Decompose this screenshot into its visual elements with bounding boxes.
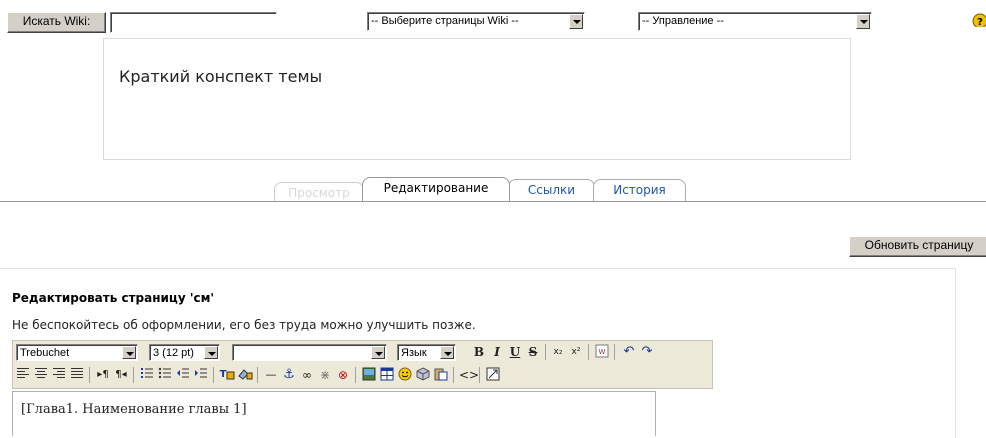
outdent-icon[interactable]: [175, 367, 191, 383]
undo-icon[interactable]: ↶: [621, 344, 637, 360]
size-select[interactable]: 3 (12 pt): [149, 344, 220, 361]
chevron-down-icon[interactable]: [856, 14, 870, 29]
toolbar-separator: [133, 367, 134, 383]
rtl-icon[interactable]: ¶◂: [113, 367, 129, 383]
superscript-icon[interactable]: x²: [568, 344, 584, 360]
background-color-icon[interactable]: [237, 367, 253, 383]
strikethrough-icon[interactable]: S: [525, 344, 541, 360]
align-left-icon[interactable]: [15, 367, 31, 383]
tab-view: Просмотр: [274, 182, 364, 201]
tabs-divider: [0, 201, 986, 202]
bold-icon[interactable]: B: [471, 344, 487, 360]
toolbar-separator: [89, 367, 90, 383]
language-select-value: Язык: [401, 347, 427, 359]
toolbar-separator: [479, 367, 480, 383]
toolbar-separator: [453, 367, 454, 383]
nolink-icon[interactable]: ⊗: [335, 367, 351, 383]
redo-icon[interactable]: ↷: [639, 344, 655, 360]
clean-word-icon[interactable]: W: [594, 344, 610, 360]
svg-text:?: ?: [977, 17, 983, 27]
editor-content[interactable]: [Глава1. Наименование главы 1]: [12, 391, 656, 436]
align-justify-icon[interactable]: [69, 367, 85, 383]
indent-icon[interactable]: [193, 367, 209, 383]
wiki-pages-select-value: -- Выберите страницы Wiki --: [371, 15, 519, 27]
ltr-icon[interactable]: ▸¶: [95, 367, 111, 383]
chevron-down-icon[interactable]: [440, 346, 454, 359]
tab-links[interactable]: Ссылки: [508, 179, 595, 201]
language-select[interactable]: Язык: [397, 344, 456, 361]
align-right-icon[interactable]: [51, 367, 67, 383]
toolbar-separator: [213, 367, 214, 383]
size-select-value: 3 (12 pt): [153, 347, 194, 359]
editor-text[interactable]: [Глава1. Наименование главы 1]: [21, 402, 247, 417]
toolbar-separator: [545, 344, 546, 360]
edit-hint: Не беспокойтесь об оформлении, его без т…: [12, 318, 476, 332]
image-icon[interactable]: [361, 367, 377, 383]
toolbar-row-2: ▸¶ ¶◂ T — ⚓ ∞ ⋇ ⊗ <>: [13, 364, 712, 386]
admin-select[interactable]: -- Управление --: [638, 12, 872, 31]
text-color-icon[interactable]: T: [219, 367, 235, 383]
svg-text:W: W: [599, 348, 606, 356]
special-char-icon[interactable]: [415, 367, 431, 383]
summary-text: Краткий конспект темы: [119, 67, 323, 86]
html-source-icon[interactable]: <>: [459, 367, 479, 383]
wiki-pages-select[interactable]: -- Выберите страницы Wiki --: [367, 12, 585, 31]
format-select[interactable]: [232, 344, 387, 361]
subscript-icon[interactable]: x₂: [550, 344, 566, 360]
chevron-down-icon[interactable]: [204, 346, 218, 359]
align-center-icon[interactable]: [33, 367, 49, 383]
admin-select-value: -- Управление --: [642, 15, 724, 27]
font-select-value: Trebuchet: [20, 347, 70, 359]
paste-icon[interactable]: [433, 367, 449, 383]
toolbar-separator: [355, 367, 356, 383]
link-icon[interactable]: ∞: [299, 367, 315, 383]
help-icon[interactable]: ?: [972, 13, 986, 27]
toolbar-row-1: Trebuchet 3 (12 pt) Язык B I U S x₂ x² W…: [13, 341, 712, 363]
unlink-icon[interactable]: ⋇: [317, 367, 333, 383]
svg-text:T: T: [220, 369, 227, 380]
edit-heading: Редактировать страницу 'см': [12, 291, 215, 305]
unordered-list-icon[interactable]: [157, 367, 173, 383]
chevron-down-icon[interactable]: [122, 346, 136, 359]
toolbar-separator: [588, 344, 589, 360]
tab-history[interactable]: История: [593, 179, 686, 201]
underline-icon[interactable]: U: [507, 344, 523, 360]
search-wiki-button[interactable]: Искать Wiki:: [7, 12, 106, 33]
toolbar-separator: [257, 367, 258, 383]
update-page-button[interactable]: Обновить страницу: [849, 236, 986, 257]
font-select[interactable]: Trebuchet: [16, 344, 138, 361]
table-icon[interactable]: [379, 367, 395, 383]
anchor-icon[interactable]: ⚓: [281, 367, 297, 383]
search-input[interactable]: [110, 12, 277, 33]
smiley-icon[interactable]: [397, 367, 413, 383]
chevron-down-icon[interactable]: [569, 14, 583, 29]
horizontal-rule-icon[interactable]: —: [263, 367, 279, 383]
chevron-down-icon[interactable]: [371, 346, 385, 359]
toolbar-separator: [614, 344, 615, 360]
ordered-list-icon[interactable]: [139, 367, 155, 383]
italic-icon[interactable]: I: [489, 344, 505, 360]
fullscreen-icon[interactable]: [485, 367, 501, 383]
tab-edit[interactable]: Редактирование: [362, 177, 510, 201]
summary-box: Краткий конспект темы: [103, 38, 851, 160]
